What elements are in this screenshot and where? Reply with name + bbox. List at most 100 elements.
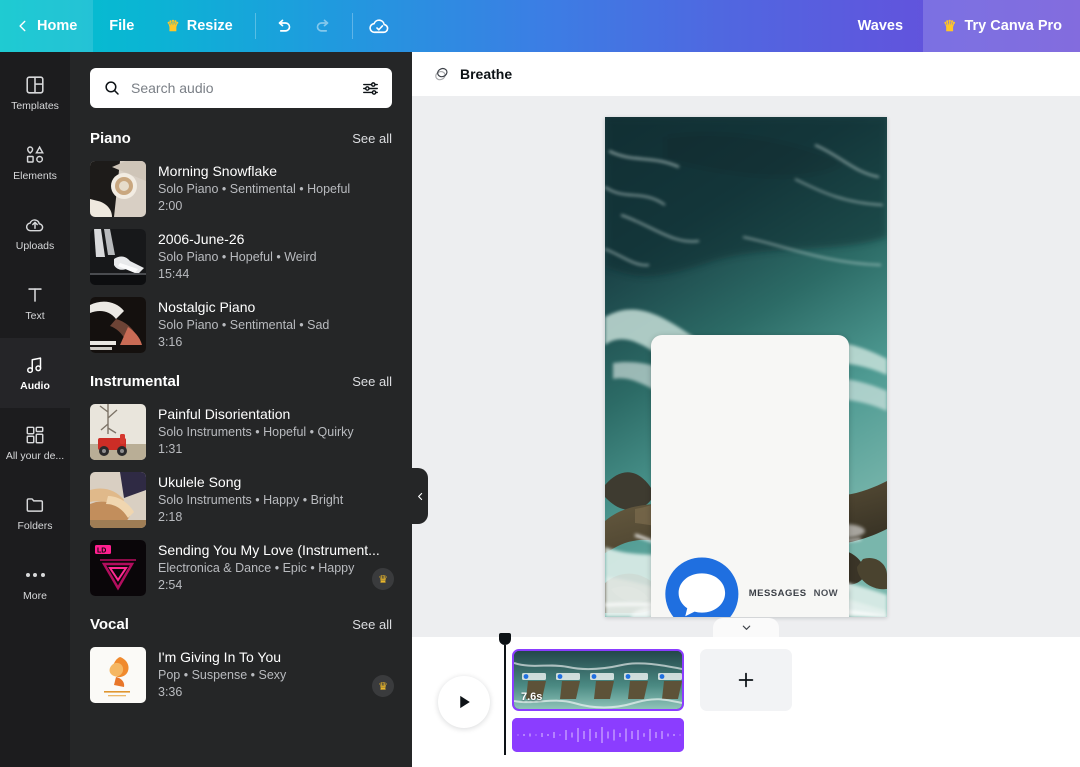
notification-app-name: MESSAGES: [748, 588, 807, 599]
sidebar-item-more[interactable]: More: [0, 548, 70, 618]
header-right-group: Waves ♛ Try Canva Pro: [838, 0, 1080, 52]
track-thumbnail: [90, 404, 146, 460]
track-meta: Morning Snowflake Solo Piano • Sentiment…: [158, 161, 392, 215]
sidebar-item-templates[interactable]: Templates: [0, 58, 70, 128]
play-button[interactable]: [438, 676, 490, 728]
list-item[interactable]: Painful Disorientation Solo Instruments …: [70, 398, 412, 466]
track-tags: Solo Instruments • Happy • Bright: [158, 493, 344, 507]
see-all-vocal[interactable]: See all: [352, 617, 392, 632]
track-duration: 3:36: [158, 685, 183, 699]
design-editor: Breathe MESSAGES NOW 7.6s: [412, 52, 1080, 767]
track-duration: 2:18: [158, 510, 183, 524]
track-thumbnail: [90, 297, 146, 353]
left-tool-rail: Templates Elements Uploads Text Audio Al…: [0, 52, 70, 767]
sidebar-item-elements[interactable]: Elements: [0, 128, 70, 198]
see-all-instrumental[interactable]: See all: [352, 374, 392, 389]
cloud-saved-icon: [369, 18, 389, 33]
track-meta: Ukulele Song Solo Instruments • Happy • …: [158, 472, 392, 526]
search-icon: [105, 81, 119, 95]
undo-button[interactable]: [262, 6, 304, 46]
search-container: [70, 52, 412, 116]
audio-waveform: [512, 718, 684, 752]
video-clip[interactable]: 7.6s: [512, 649, 684, 711]
track-tags: Electronica & Dance • Epic • Happy: [158, 561, 355, 575]
try-canva-pro-button[interactable]: ♛ Try Canva Pro: [923, 0, 1080, 52]
chevron-left-icon: [16, 19, 30, 33]
search-input[interactable]: [131, 80, 351, 96]
notification-header: MESSAGES NOW: [662, 344, 838, 617]
list-item[interactable]: 2006-June-26 Solo Piano • Hopeful • Weir…: [70, 223, 412, 291]
more-dots-icon: [25, 564, 45, 586]
undo-icon: [278, 19, 291, 32]
all-designs-icon: [26, 426, 44, 444]
track-title: 2006-June-26: [158, 231, 245, 247]
resize-button[interactable]: ♛ Resize: [150, 0, 248, 52]
notification-card: MESSAGES NOW It's time for you to be hap…: [651, 334, 849, 617]
home-label: Home: [37, 18, 78, 34]
red-mower-photo: [90, 404, 146, 460]
section-header-instrumental: Instrumental See all: [70, 359, 412, 398]
panel-collapse-handle[interactable]: [412, 468, 428, 524]
sidebar-item-label: More: [23, 591, 47, 602]
canvas-area[interactable]: MESSAGES NOW It's time for you to be hap…: [412, 96, 1080, 637]
track-duration: 2:54: [158, 578, 183, 592]
track-title: Ukulele Song: [158, 474, 242, 490]
timeline-playhead[interactable]: [499, 633, 511, 755]
templates-icon: [26, 76, 44, 94]
sidebar-item-uploads[interactable]: Uploads: [0, 198, 70, 268]
chevron-down-icon: [742, 625, 750, 630]
track-title: I'm Giving In To You: [158, 649, 282, 665]
list-item[interactable]: Ukulele Song Solo Instruments • Happy • …: [70, 466, 412, 534]
play-icon: [460, 695, 470, 709]
search-bar[interactable]: [90, 68, 392, 108]
sidebar-item-audio[interactable]: Audio: [0, 338, 70, 408]
video-track-row: 7.6s: [512, 649, 792, 711]
pages-panel-toggle[interactable]: [713, 618, 779, 637]
cloud-saved-button[interactable]: [359, 6, 401, 46]
track-thumbnail: [90, 229, 146, 285]
sidebar-item-label: Elements: [13, 171, 57, 182]
clip-stack: 7.6s: [512, 649, 792, 752]
home-button[interactable]: Home: [0, 0, 94, 52]
timeline-tracks[interactable]: 7.6s: [499, 633, 1080, 767]
track-meta: Sending You My Love (Instrument... Elect…: [158, 540, 392, 594]
track-meta: Nostalgic Piano Solo Piano • Sentimental…: [158, 297, 392, 351]
list-item[interactable]: Nostalgic Piano Solo Piano • Sentimental…: [70, 291, 412, 359]
resize-label: Resize: [186, 18, 233, 34]
track-duration: 2:00: [158, 199, 183, 213]
track-meta: 2006-June-26 Solo Piano • Hopeful • Weir…: [158, 229, 392, 283]
track-title: Sending You My Love (Instrument...: [158, 542, 380, 558]
design-name-button[interactable]: Waves: [838, 18, 923, 34]
section-header-piano: Piano See all: [70, 116, 412, 155]
top-header-bar: Home File ♛ Resize Waves ♛ Try Canva Pro: [0, 0, 1080, 52]
sidebar-item-text[interactable]: Text: [0, 268, 70, 338]
sidebar-item-all-your-designs[interactable]: All your de...: [0, 408, 70, 478]
list-item[interactable]: I'm Giving In To You Pop • Suspense • Se…: [70, 641, 412, 709]
sidebar-item-label: Folders: [17, 521, 53, 532]
track-duration: 3:16: [158, 335, 183, 349]
track-tags: Pop • Suspense • Sexy: [158, 668, 287, 682]
messages-bubble-icon: [665, 556, 739, 617]
design-page[interactable]: MESSAGES NOW It's time for you to be hap…: [605, 116, 887, 617]
section-title: Instrumental: [90, 373, 181, 390]
list-item[interactable]: Morning Snowflake Solo Piano • Sentiment…: [70, 155, 412, 223]
playhead-marker[interactable]: [499, 633, 511, 645]
audio-clip[interactable]: [512, 718, 684, 752]
canva-editor-window: Home File ♛ Resize Waves ♛ Try Canva Pro…: [0, 0, 1080, 767]
add-page-button[interactable]: [700, 649, 792, 711]
piano-hands-photo: [90, 297, 146, 353]
section-header-vocal: Vocal See all: [70, 602, 412, 641]
sidebar-item-folders[interactable]: Folders: [0, 478, 70, 548]
ukulele-hands-photo: [90, 472, 146, 528]
orange-art-photo: [90, 647, 146, 703]
sliders-filter-icon[interactable]: [361, 79, 380, 98]
folder-icon: [26, 498, 44, 513]
see-all-piano[interactable]: See all: [352, 131, 392, 146]
section-title: Piano: [90, 130, 131, 147]
file-menu-button[interactable]: File: [93, 0, 150, 52]
redo-button[interactable]: [304, 6, 346, 46]
timeline-bar: 7.6s: [412, 633, 1080, 767]
list-item[interactable]: LD Sending You My Love (Instrument... El…: [70, 534, 412, 602]
sidebar-item-label: All your de...: [5, 451, 65, 462]
sidebar-item-label: Text: [25, 311, 45, 322]
